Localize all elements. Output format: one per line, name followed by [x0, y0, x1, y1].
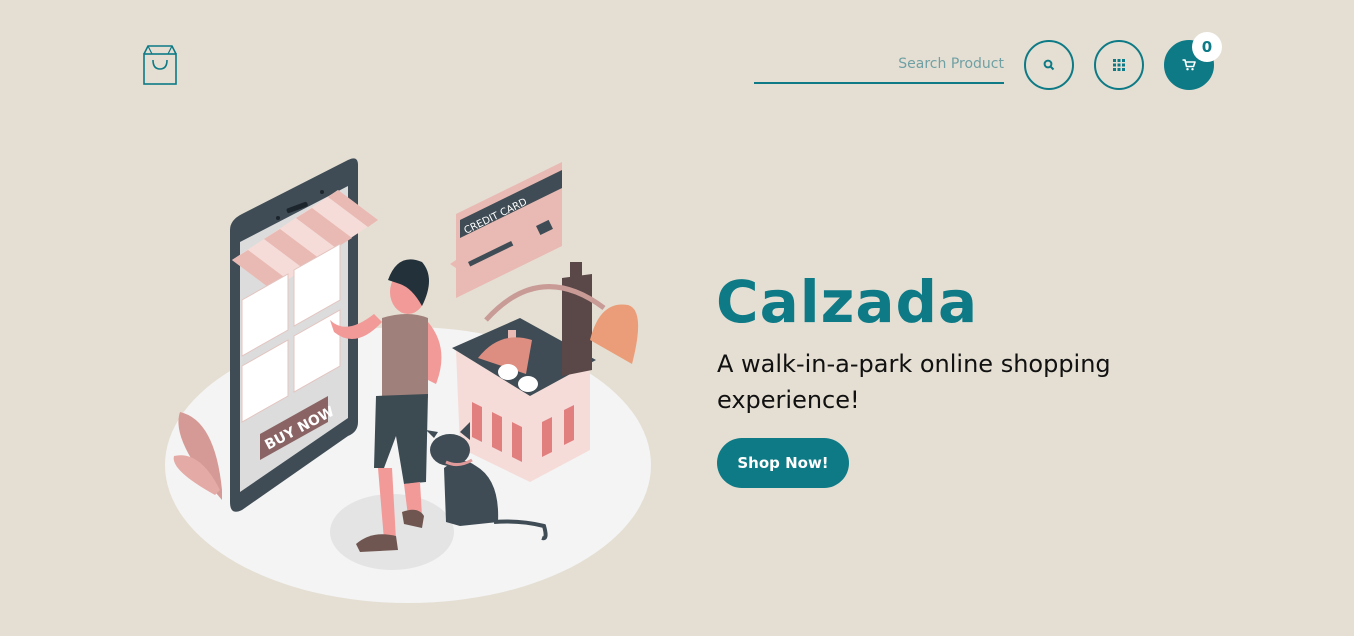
- hero-illustration: BUY NOW CREDIT CARD: [160, 150, 660, 610]
- search-input[interactable]: [754, 50, 1004, 82]
- search-field: [754, 50, 1004, 84]
- search-button[interactable]: [1024, 40, 1074, 90]
- apps-menu-button[interactable]: [1094, 40, 1144, 90]
- shopping-bag-icon: [143, 45, 177, 85]
- shop-now-button[interactable]: Shop Now!: [717, 438, 849, 488]
- hero-title: Calzada: [716, 268, 979, 336]
- cart-count-badge: 0: [1192, 32, 1222, 62]
- logo[interactable]: [142, 42, 178, 87]
- page: 0: [0, 0, 1354, 636]
- cart-icon: [1182, 59, 1196, 71]
- credit-card-icon: CREDIT CARD: [450, 162, 562, 298]
- hero-subtitle: A walk-in-a-park online shopping experie…: [717, 350, 1111, 414]
- grid-icon: [1113, 59, 1125, 71]
- search-icon: [1043, 59, 1055, 71]
